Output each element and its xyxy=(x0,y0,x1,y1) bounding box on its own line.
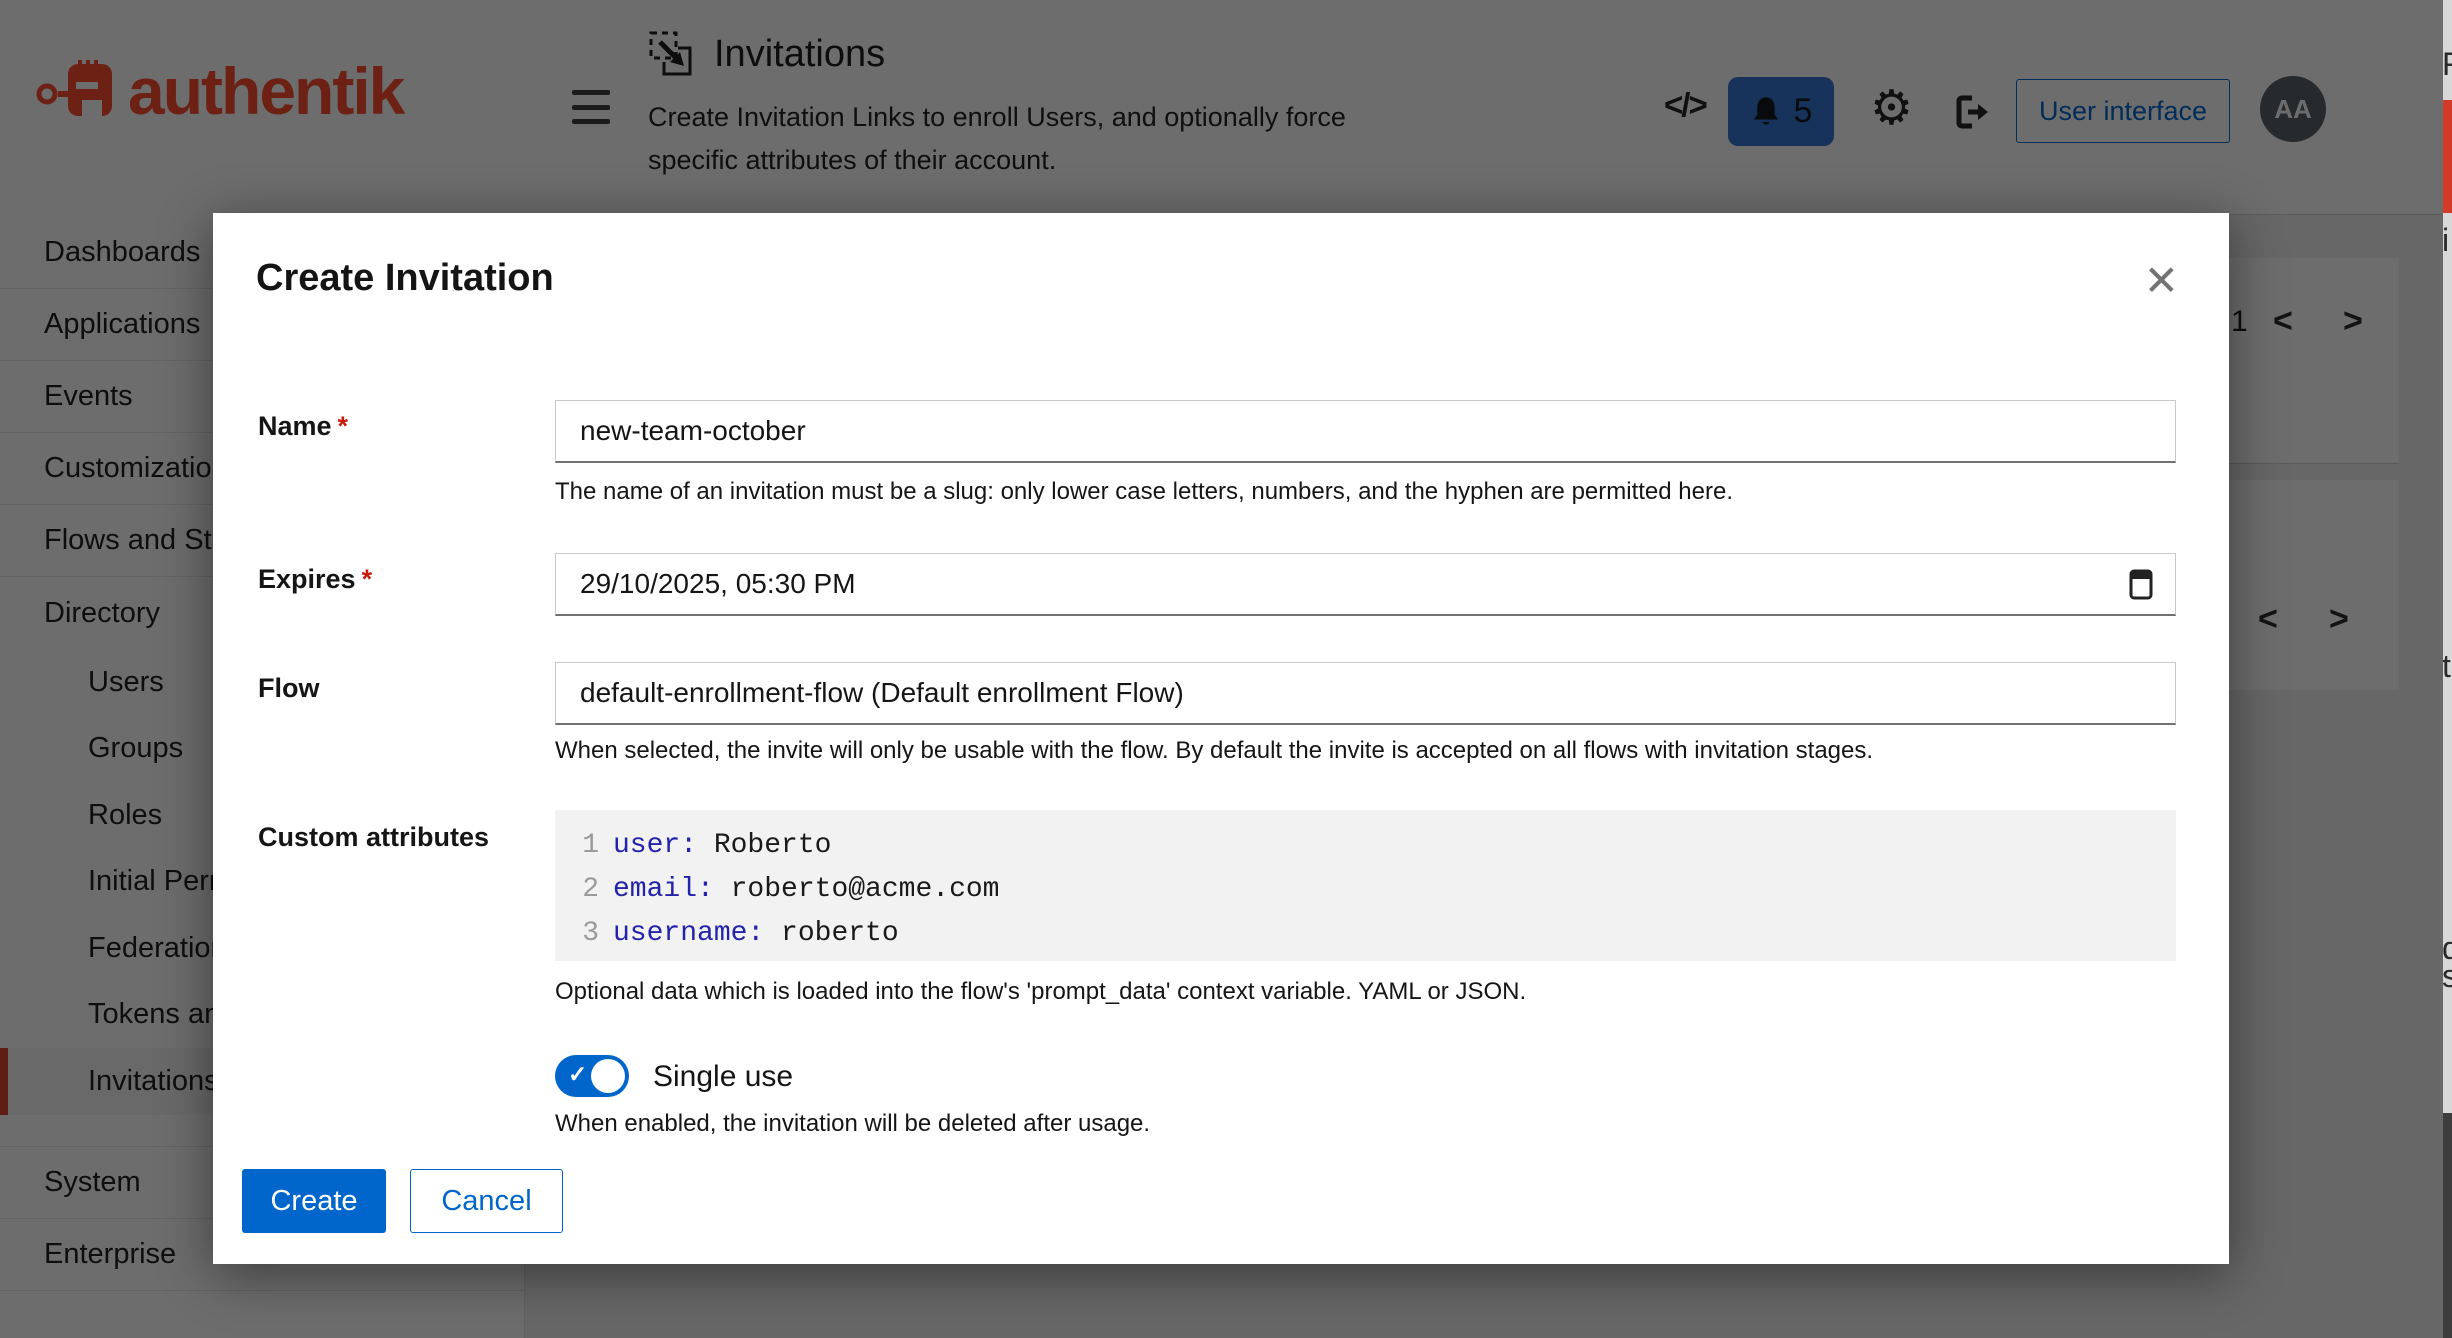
code-line: 3username: roberto xyxy=(555,912,2176,956)
yaml-value: roberto@acme.com xyxy=(714,868,1000,912)
expires-datetime-input[interactable] xyxy=(555,553,2176,616)
screen: authentik DashboardsApplicationsEventsCu… xyxy=(0,0,2452,1338)
code-line: 1user: Roberto xyxy=(555,824,2176,868)
right-edge-strip: Fitds xyxy=(2443,0,2452,1338)
name-input[interactable] xyxy=(555,400,2176,463)
clipped-text-fragment: t xyxy=(2443,648,2451,685)
scroll-marker-red xyxy=(2443,100,2452,213)
create-button[interactable]: Create xyxy=(242,1169,386,1233)
flow-select-input[interactable] xyxy=(555,662,2176,725)
single-use-helper-text: When enabled, the invitation will be del… xyxy=(555,1110,1150,1138)
line-number: 3 xyxy=(555,912,613,956)
name-helper-text: The name of an invitation must be a slug… xyxy=(555,478,1733,506)
single-use-toggle[interactable]: ✓ xyxy=(555,1055,629,1097)
clipped-text-fragment: i xyxy=(2443,222,2449,259)
scroll-marker-dark xyxy=(2443,1113,2452,1338)
yaml-code-editor[interactable]: 1user: Roberto2email: roberto@acme.com3u… xyxy=(555,810,2176,961)
cancel-button[interactable]: Cancel xyxy=(410,1169,563,1233)
line-number: 2 xyxy=(555,868,613,912)
required-asterisk: * xyxy=(338,411,349,441)
toggle-check-icon: ✓ xyxy=(568,1061,587,1088)
modal-title: Create Invitation xyxy=(256,257,554,300)
yaml-value: Roberto xyxy=(697,824,831,868)
clipped-text-fragment: F xyxy=(2443,46,2452,83)
yaml-key: user: xyxy=(613,824,697,868)
yaml-key: email: xyxy=(613,868,714,912)
yaml-key: username: xyxy=(613,912,764,956)
flow-label: Flow xyxy=(258,673,538,704)
custom-attributes-helper-text: Optional data which is loaded into the f… xyxy=(555,978,1526,1006)
line-number: 1 xyxy=(555,824,613,868)
code-line: 2email: roberto@acme.com xyxy=(555,868,2176,912)
yaml-value: roberto xyxy=(764,912,898,956)
close-icon[interactable]: ✕ xyxy=(2138,259,2185,303)
flow-helper-text: When selected, the invite will only be u… xyxy=(555,737,1873,765)
required-asterisk: * xyxy=(362,564,373,594)
name-label: Name* xyxy=(258,411,538,442)
clipped-text-fragment: s xyxy=(2443,958,2452,995)
custom-attributes-label: Custom attributes xyxy=(258,822,538,853)
toggle-knob xyxy=(591,1059,625,1093)
single-use-label: Single use xyxy=(653,1060,793,1094)
expires-label: Expires* xyxy=(258,564,538,595)
calendar-icon[interactable] xyxy=(2128,567,2154,606)
create-invitation-modal: Create Invitation ✕ Name* The name of an… xyxy=(213,213,2229,1264)
